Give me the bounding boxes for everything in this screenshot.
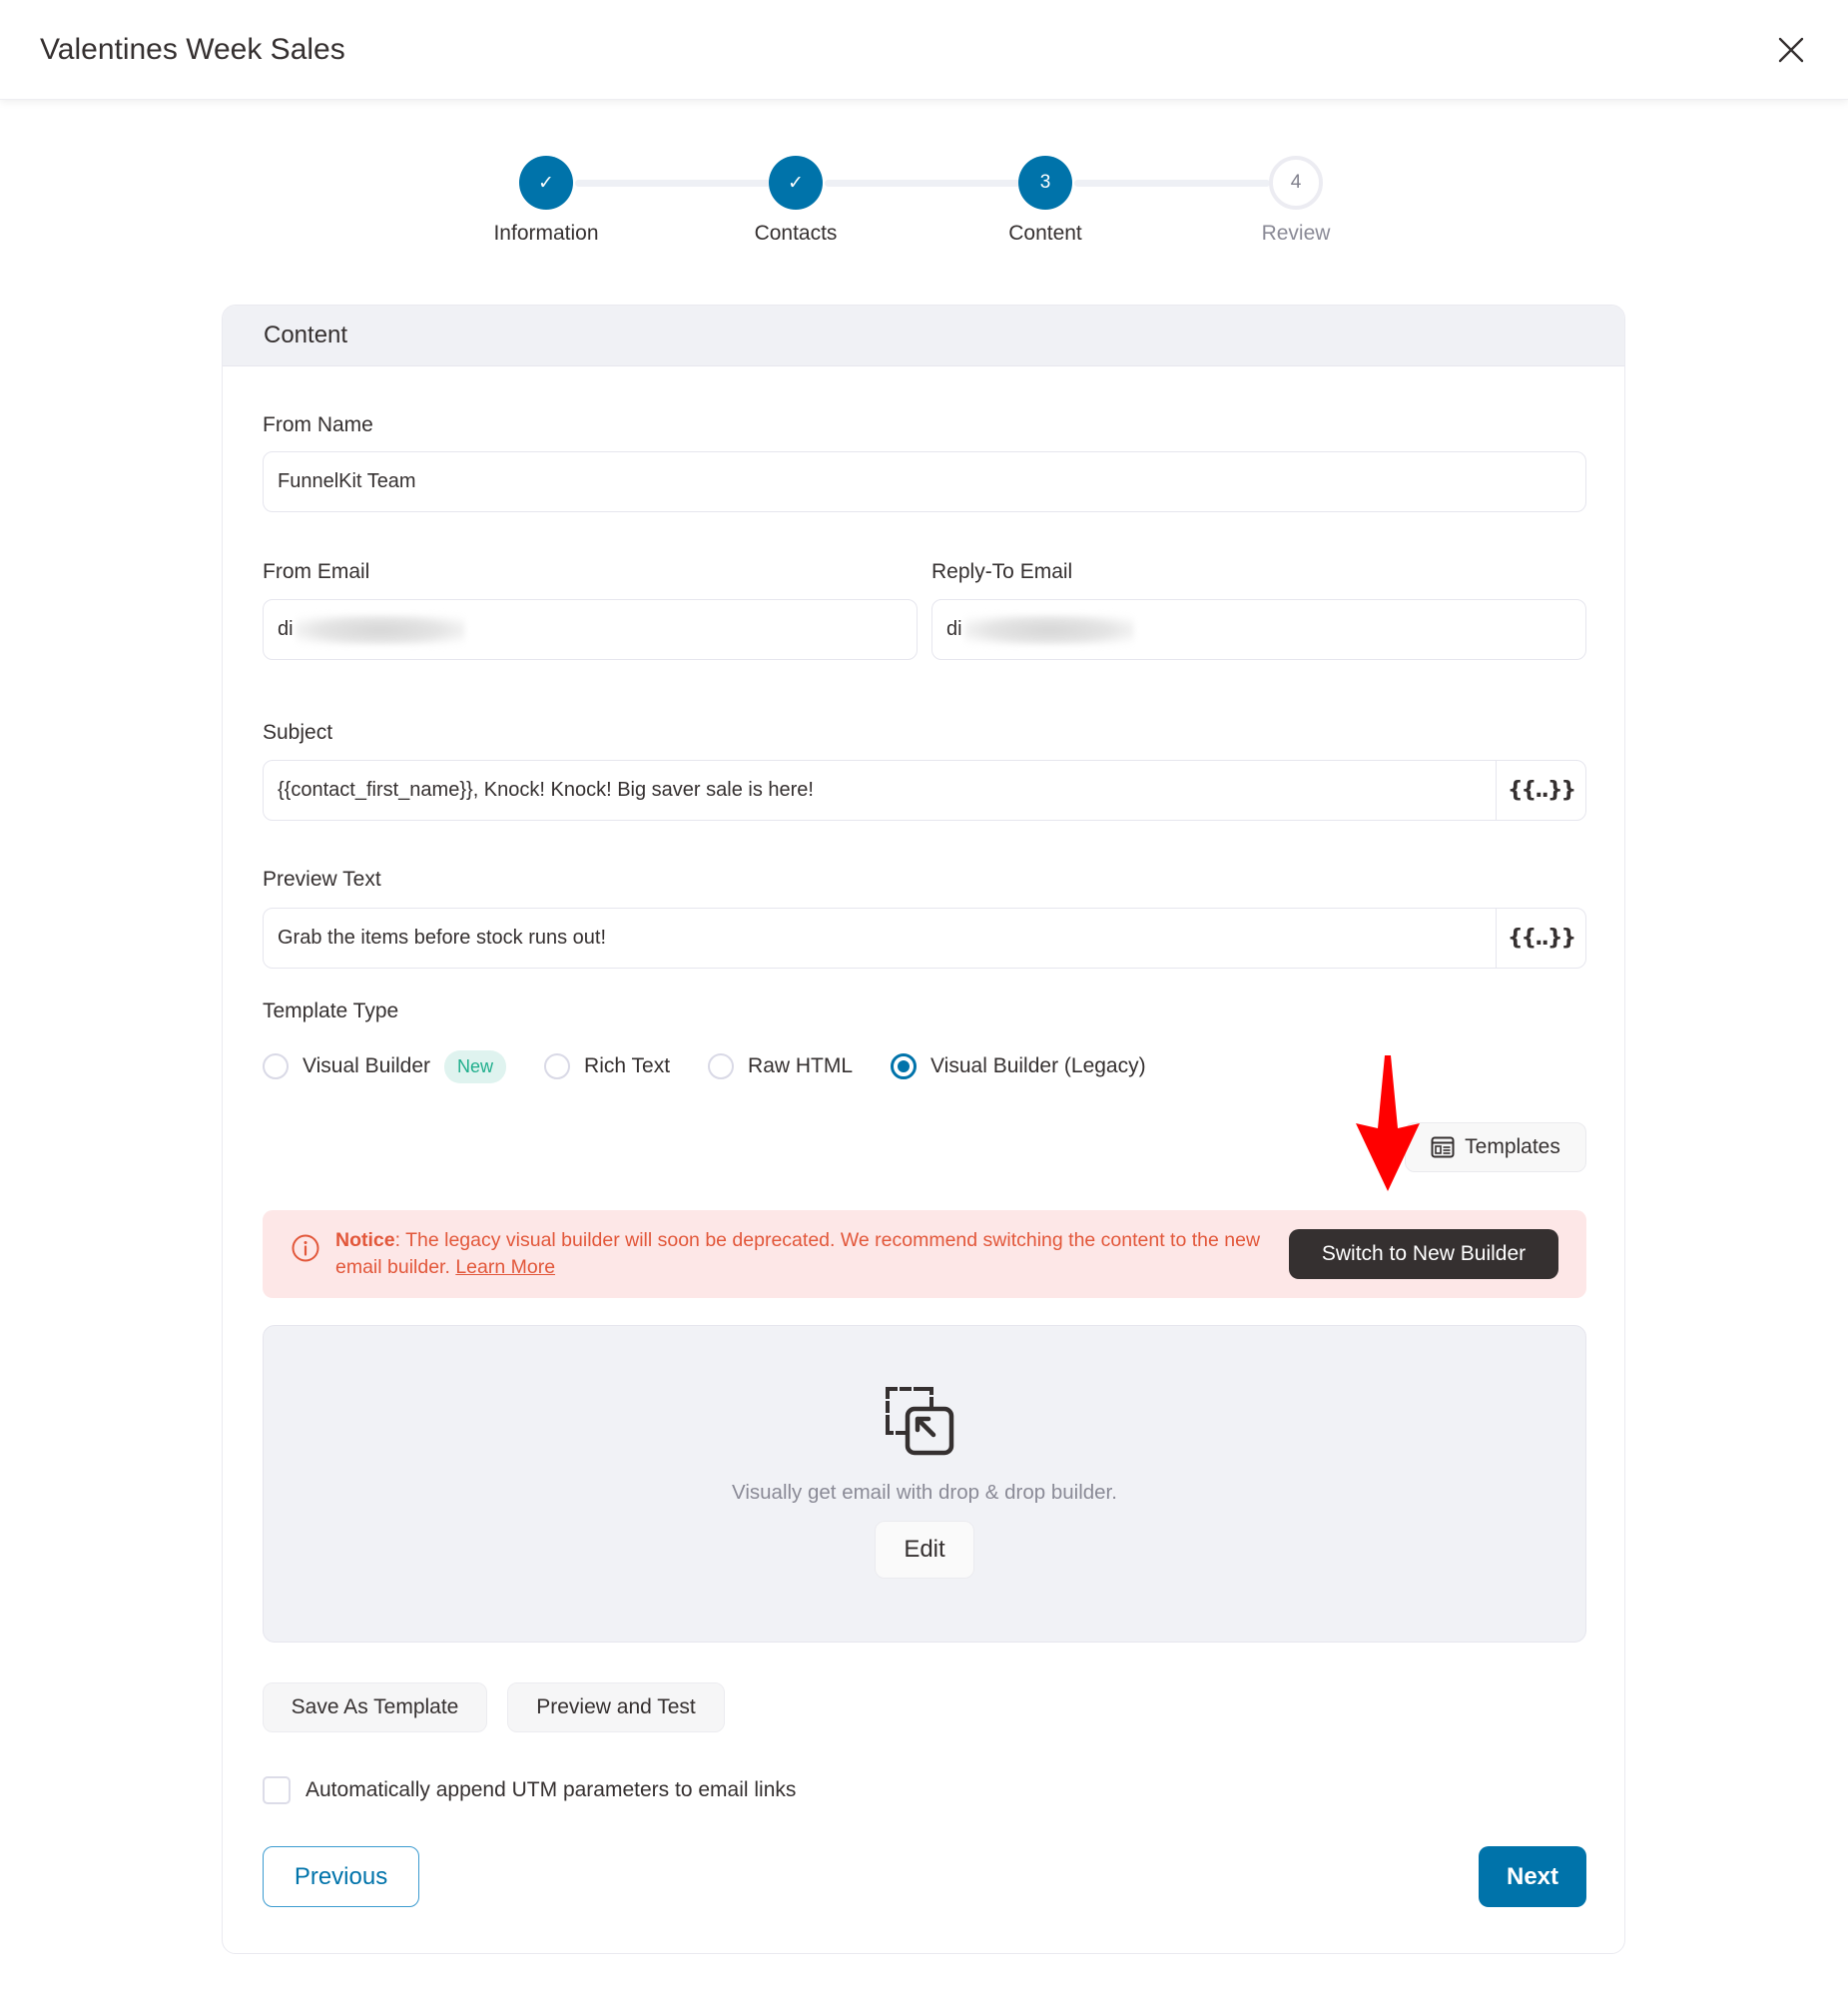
step-number: 4 bbox=[1269, 156, 1323, 210]
from-name-label: From Name bbox=[263, 413, 373, 436]
new-badge: New bbox=[444, 1049, 507, 1083]
step-number: 3 bbox=[1018, 156, 1072, 210]
previous-button[interactable]: Previous bbox=[263, 1846, 419, 1907]
card-title: Content bbox=[223, 306, 1624, 366]
from-email-label: From Email bbox=[263, 560, 370, 583]
preview-text-input[interactable]: Grab the items before stock runs out! {{… bbox=[263, 908, 1586, 969]
subject-input[interactable]: {{contact_first_name}}, Knock! Knock! Bi… bbox=[263, 760, 1586, 821]
preview-text-value: Grab the items before stock runs out! bbox=[278, 927, 607, 949]
utm-checkbox[interactable] bbox=[263, 1776, 291, 1804]
from-email-value: di bbox=[278, 618, 294, 640]
step-information[interactable]: ✓ Information bbox=[466, 156, 626, 246]
next-button[interactable]: Next bbox=[1479, 1846, 1586, 1907]
step-review[interactable]: 4 Review bbox=[1216, 156, 1376, 246]
from-name-value: FunnelKit Team bbox=[278, 470, 416, 492]
step-complete-check-icon: ✓ bbox=[769, 156, 823, 210]
close-button[interactable] bbox=[1777, 36, 1805, 64]
modal-title: Valentines Week Sales bbox=[40, 33, 345, 66]
from-email-input[interactable]: di bbox=[263, 599, 918, 660]
learn-more-link[interactable]: Learn More bbox=[455, 1256, 555, 1278]
radio-label: Raw HTML bbox=[748, 1054, 854, 1077]
reply-to-email-label: Reply-To Email bbox=[931, 560, 1073, 583]
progress-stepper: ✓ Information ✓ Contacts 3 Content 4 Rev… bbox=[0, 156, 1848, 246]
deprecation-notice: Notice: The legacy visual builder will s… bbox=[263, 1210, 1586, 1298]
step-label: Information bbox=[493, 222, 599, 245]
radio-label: Visual Builder (Legacy) bbox=[930, 1054, 1146, 1077]
edit-button[interactable]: Edit bbox=[875, 1521, 974, 1579]
from-name-input[interactable]: FunnelKit Team bbox=[263, 451, 1586, 512]
radio-visual-builder-legacy[interactable]: Visual Builder (Legacy) bbox=[891, 1053, 1146, 1079]
radio-label: Visual Builder bbox=[303, 1054, 431, 1077]
subject-value: {{contact_first_name}}, Knock! Knock! Bi… bbox=[278, 779, 814, 801]
template-type-radio-group: Visual Builder New Rich Text Raw HTML Vi… bbox=[263, 1046, 1184, 1086]
notice-prefix: Notice bbox=[335, 1229, 395, 1251]
notice-text: Notice: The legacy visual builder will s… bbox=[335, 1227, 1294, 1281]
radio-circle-selected[interactable] bbox=[891, 1053, 918, 1079]
switch-to-new-builder-button[interactable]: Switch to New Builder bbox=[1289, 1229, 1558, 1279]
step-content[interactable]: 3 Content bbox=[965, 156, 1125, 246]
template-type-label: Template Type bbox=[263, 999, 399, 1022]
radio-visual-builder[interactable]: Visual Builder New bbox=[263, 1049, 507, 1083]
content-card: Content From Name FunnelKit Team From Em… bbox=[222, 305, 1625, 1954]
modal-header: Valentines Week Sales bbox=[0, 0, 1848, 100]
radio-raw-html[interactable]: Raw HTML bbox=[708, 1053, 853, 1079]
builder-hint: Visually get email with drop & drop buil… bbox=[732, 1481, 1117, 1504]
radio-circle[interactable] bbox=[708, 1053, 735, 1079]
redacted-blur bbox=[963, 614, 1134, 645]
step-complete-check-icon: ✓ bbox=[519, 156, 573, 210]
subject-label: Subject bbox=[263, 721, 333, 744]
radio-circle[interactable] bbox=[263, 1053, 289, 1079]
redacted-blur bbox=[295, 614, 465, 645]
preview-text-merge-tag-button[interactable]: {{..}} bbox=[1496, 909, 1585, 968]
drag-drop-icon bbox=[886, 1387, 954, 1456]
close-icon bbox=[1778, 37, 1804, 63]
utm-checkbox-label: Automatically append UTM parameters to e… bbox=[306, 1778, 797, 1801]
step-label: Review bbox=[1261, 222, 1331, 245]
template-layout-icon bbox=[1431, 1136, 1455, 1158]
radio-circle[interactable] bbox=[544, 1053, 571, 1079]
preview-and-test-button[interactable]: Preview and Test bbox=[507, 1682, 725, 1732]
step-contacts[interactable]: ✓ Contacts bbox=[716, 156, 876, 246]
reply-to-email-value: di bbox=[946, 618, 962, 640]
step-label: Content bbox=[1008, 222, 1082, 245]
preview-text-label: Preview Text bbox=[263, 868, 381, 891]
templates-button[interactable]: Templates bbox=[1405, 1122, 1586, 1172]
subject-merge-tag-button[interactable]: {{..}} bbox=[1496, 761, 1585, 820]
visual-builder-panel: Visually get email with drop & drop buil… bbox=[263, 1325, 1586, 1643]
reply-to-email-input[interactable]: di bbox=[931, 599, 1586, 660]
save-as-template-button[interactable]: Save As Template bbox=[263, 1682, 487, 1732]
radio-rich-text[interactable]: Rich Text bbox=[544, 1053, 670, 1079]
utm-checkbox-row[interactable]: Automatically append UTM parameters to e… bbox=[263, 1776, 796, 1804]
step-label: Contacts bbox=[754, 222, 838, 245]
info-icon bbox=[292, 1234, 319, 1262]
radio-label: Rich Text bbox=[584, 1054, 671, 1077]
templates-button-label: Templates bbox=[1465, 1135, 1560, 1158]
